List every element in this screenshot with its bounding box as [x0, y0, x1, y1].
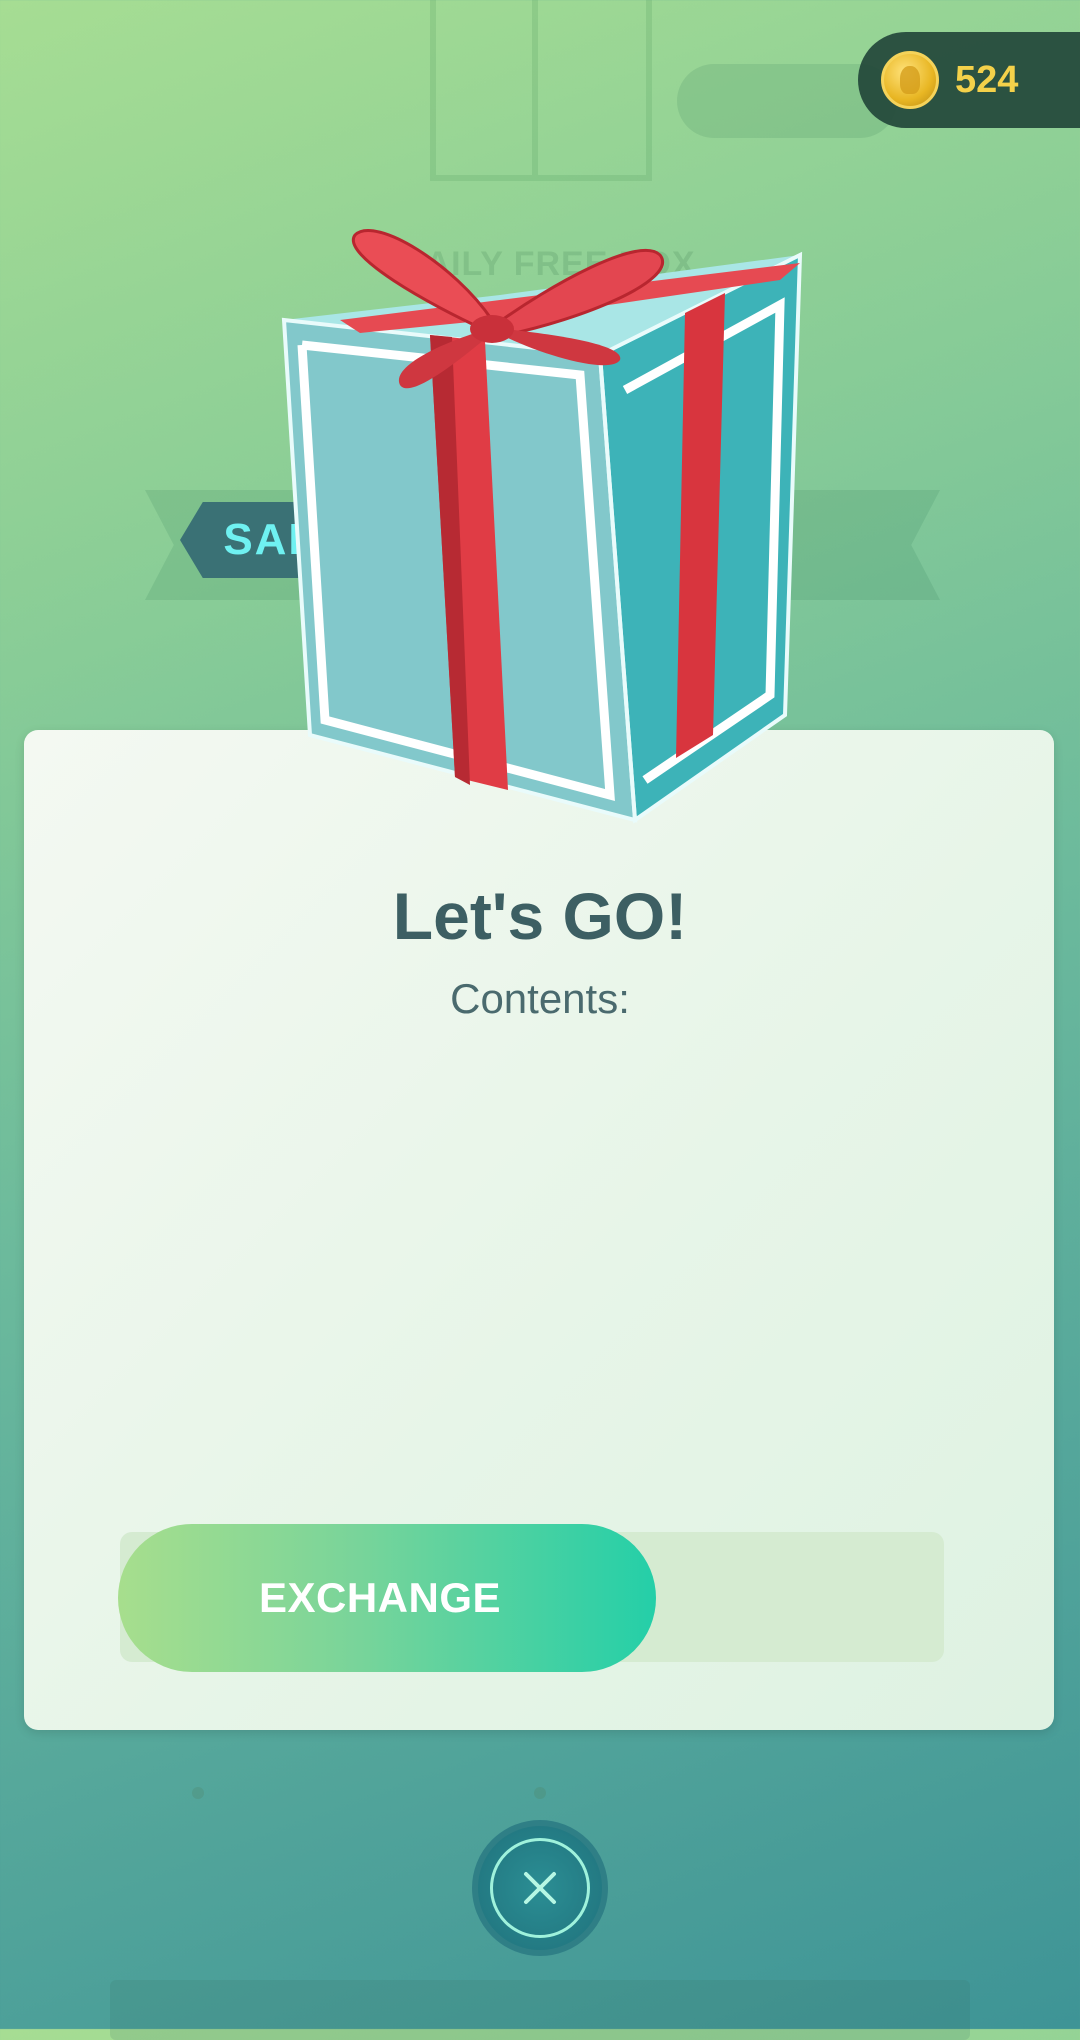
pokecoin-icon [881, 51, 939, 109]
close-button[interactable] [472, 1820, 608, 1956]
offer-title: Let's GO! [392, 879, 688, 953]
background-gift-box [430, 0, 652, 181]
gift-box-icon [281, 229, 803, 824]
background-strip [110, 1980, 970, 2040]
coin-amount: 524 [955, 58, 1019, 101]
close-icon [524, 1872, 556, 1904]
exchange-button[interactable]: EXCHANGE [118, 1524, 656, 1672]
coin-balance: 524 [858, 32, 1080, 128]
close-icon-ring [490, 1838, 590, 1938]
contents-label: Contents: [450, 975, 630, 1022]
page-dot [534, 1787, 546, 1799]
page-dot [192, 1787, 204, 1799]
